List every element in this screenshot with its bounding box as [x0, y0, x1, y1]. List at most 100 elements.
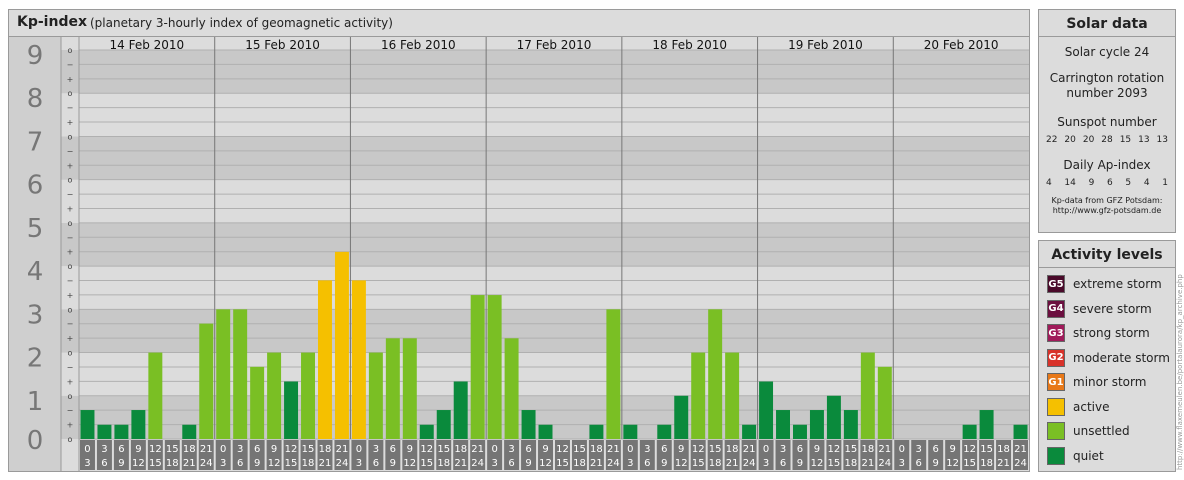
interval-start-label: 12	[692, 444, 705, 455]
interval-end-label: 9	[661, 458, 667, 469]
kp-bar	[250, 366, 265, 439]
interval-end-label: 24	[878, 458, 891, 469]
interval-end-label: 3	[220, 458, 226, 469]
kp-bar	[334, 251, 349, 439]
kp-bar	[759, 381, 774, 439]
interval-end-label: 21	[319, 458, 332, 469]
carrington-line-1: Carrington rotation	[1049, 71, 1165, 85]
data-source-line-2: http://www.gfz-potsdam.de	[1052, 206, 1162, 215]
ap-index-value: 14	[1064, 178, 1076, 188]
y-subtick-label: o	[68, 262, 73, 271]
interval-start-label: 9	[678, 444, 684, 455]
kp-bar	[80, 410, 95, 439]
day-label: 14 Feb 2010	[110, 38, 185, 52]
level-label: extreme storm	[1073, 277, 1162, 291]
interval-start-label: 9	[542, 444, 548, 455]
interval-end-label: 3	[763, 458, 769, 469]
y-subtick-label: −	[67, 147, 74, 156]
y-tick-label: 3	[27, 300, 44, 330]
sunspot-value: 22	[1046, 135, 1058, 145]
interval-start-label: 0	[763, 444, 769, 455]
activity-levels-panel: Activity levels G5 extreme storm G4 severe …	[1038, 240, 1176, 472]
interval-start-label: 12	[963, 444, 976, 455]
interval-start-label: 9	[271, 444, 277, 455]
kp-bar	[708, 309, 723, 439]
solar-data-title: Solar data	[1039, 10, 1175, 37]
level-label: unsettled	[1073, 424, 1130, 438]
grid-band	[61, 136, 1029, 180]
interval-end-label: 18	[437, 458, 450, 469]
interval-start-label: 6	[254, 444, 260, 455]
y-tick-label: 8	[27, 84, 44, 114]
interval-start-label: 18	[861, 444, 874, 455]
interval-start-label: 21	[1014, 444, 1027, 455]
kp-bar	[470, 295, 485, 439]
data-source-line-1: Kp-data from GFZ Potsdam:	[1051, 196, 1163, 205]
interval-end-label: 12	[403, 458, 416, 469]
activity-level-item: unsettled	[1047, 422, 1130, 440]
interval-end-label: 3	[356, 458, 362, 469]
day-label: 18 Feb 2010	[652, 38, 727, 52]
kp-bar	[318, 280, 332, 439]
ap-index-values: 4 14 9 6 5 4 1	[1039, 178, 1175, 188]
sunspot-value: 20	[1082, 135, 1095, 145]
activity-levels-title: Activity levels	[1039, 241, 1175, 268]
y-tick-label: 0	[27, 426, 44, 456]
kp-bar	[826, 395, 841, 439]
y-subtick-label: o	[68, 176, 73, 185]
interval-end-label: 9	[797, 458, 803, 469]
interval-end-label: 12	[811, 458, 824, 469]
kp-bar	[182, 424, 197, 439]
interval-start-label: 3	[916, 444, 922, 455]
interval-start-label: 15	[573, 444, 586, 455]
interval-end-label: 12	[675, 458, 688, 469]
kp-bar	[521, 410, 536, 439]
activity-level-item: quiet	[1047, 446, 1104, 465]
sunspot-value: 13	[1156, 135, 1168, 145]
y-subtick-label: −	[67, 277, 74, 286]
kp-bar	[793, 424, 807, 439]
level-label: active	[1073, 399, 1110, 414]
kp-bar-chart: o+−o+−o+−o+−o+−o+−o+−o+−o+−o0123456789 14…	[9, 37, 1029, 471]
y-subtick-label: o	[68, 132, 73, 141]
interval-end-label: 18	[709, 458, 722, 469]
y-subtick-label: o	[68, 219, 73, 228]
level-label: moderate storm	[1073, 350, 1170, 365]
interval-start-label: 3	[101, 444, 107, 455]
kp-bar	[385, 338, 400, 439]
activity-level-item: G2 moderate storm	[1047, 348, 1170, 367]
ap-index-title: Daily Ap-index	[1063, 158, 1151, 172]
interval-end-label: 9	[525, 458, 531, 469]
interval-start-label: 12	[828, 444, 841, 455]
kp-bar	[776, 410, 790, 439]
level-swatch: G1	[1047, 373, 1065, 391]
interval-end-label: 18	[573, 458, 586, 469]
interval-start-label: 9	[407, 444, 413, 455]
y-subtick-label: +	[67, 377, 74, 386]
interval-start-label: 6	[390, 444, 396, 455]
y-subtick-label: −	[67, 60, 74, 69]
level-label: quiet	[1073, 448, 1104, 463]
interval-start-label: 21	[200, 444, 213, 455]
interval-end-label: 15	[556, 458, 569, 469]
interval-end-label: 9	[118, 458, 124, 469]
interval-start-label: 9	[949, 444, 955, 455]
interval-end-label: 3	[627, 458, 633, 469]
interval-start-label: 9	[814, 444, 820, 455]
y-subtick-label: +	[67, 421, 74, 430]
interval-start-label: 6	[525, 444, 531, 455]
kp-bar	[131, 410, 146, 439]
interval-end-label: 6	[237, 458, 243, 469]
interval-end-label: 21	[997, 458, 1010, 469]
interval-start-label: 21	[878, 444, 891, 455]
kp-bar	[843, 410, 858, 439]
kp-bar	[487, 295, 502, 439]
interval-end-label: 24	[743, 458, 756, 469]
y-subtick-label: −	[67, 363, 74, 372]
day-label: 16 Feb 2010	[381, 38, 456, 52]
interval-start-label: 21	[336, 444, 349, 455]
sunspot-value: 28	[1101, 135, 1113, 145]
interval-start-label: 18	[319, 444, 332, 455]
interval-end-label: 12	[946, 458, 959, 469]
kp-bar	[114, 424, 129, 439]
